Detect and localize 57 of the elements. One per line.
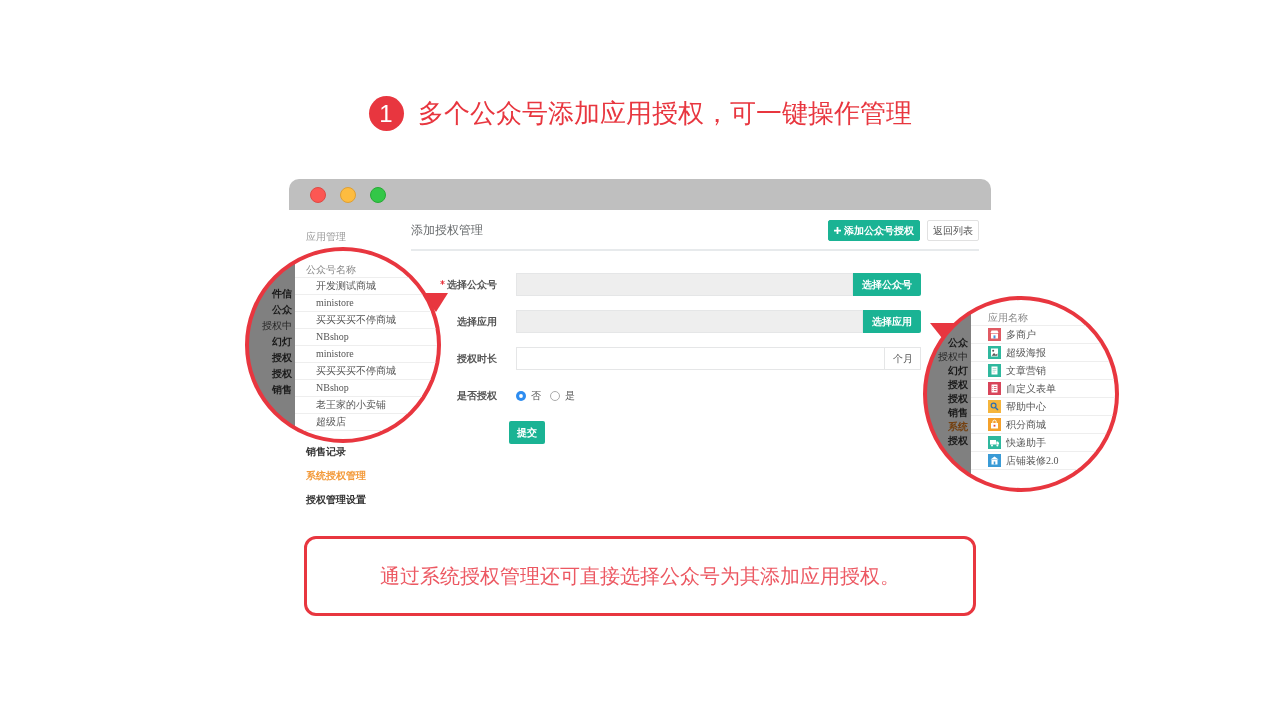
dimmed-menu-item[interactable]: 授权 <box>948 379 968 391</box>
field-label: 授权时长 <box>457 352 497 365</box>
dimmed-menu-item[interactable]: 公众 <box>272 304 292 316</box>
app-name[interactable]: 文章营销 <box>1006 364 1046 377</box>
page-title: 添加授权管理 <box>411 222 483 239</box>
field-label: 选择公众号 <box>447 278 497 291</box>
close-window-icon[interactable] <box>310 186 326 203</box>
account-name[interactable]: 超级店 <box>316 416 346 428</box>
account-name[interactable]: 开发测试商城 <box>316 280 376 292</box>
dimmed-menu-heading: 授权中 <box>938 351 968 363</box>
sidebar-item[interactable]: 销售记录 <box>306 445 346 459</box>
input-field[interactable] <box>516 310 863 333</box>
account-name[interactable]: NBshop <box>316 382 349 394</box>
dimmed-menu-item[interactable]: 幻灯 <box>948 365 968 377</box>
account-name[interactable]: 老王家的小卖铺 <box>316 399 386 411</box>
dimmed-menu-item[interactable]: 销售 <box>272 384 292 396</box>
app-name[interactable]: 多商户 <box>1006 328 1036 341</box>
dimmed-menu-item[interactable]: 销售 <box>948 407 968 419</box>
field-label: 是否授权 <box>457 389 497 402</box>
radio-icon[interactable] <box>550 390 560 401</box>
dimmed-menu-item[interactable]: 授权 <box>272 368 292 380</box>
app-name[interactable]: 快递助手 <box>1006 436 1046 449</box>
sidebar-item[interactable]: 授权管理设置 <box>306 493 366 507</box>
radio-option[interactable]: 否 <box>516 389 541 402</box>
dimmed-menu-item[interactable]: 授权 <box>948 393 968 405</box>
column-header: 应用名称 <box>988 311 1028 324</box>
section-title: 多个公众号添加应用授权，可一键操作管理 <box>417 97 912 130</box>
minimize-window-icon[interactable] <box>340 186 356 203</box>
account-name[interactable]: 买买买买不停商城 <box>316 314 396 326</box>
account-name[interactable]: NBshop <box>316 331 349 343</box>
dimmed-menu-item[interactable]: 授权 <box>272 352 292 364</box>
app-name[interactable]: 店铺装修2.0 <box>1006 454 1059 467</box>
column-header: 公众号名称 <box>306 263 356 276</box>
dimmed-menu-item[interactable]: 幻灯 <box>272 336 292 348</box>
input-field[interactable] <box>516 347 885 370</box>
app-name[interactable]: 积分商城 <box>1006 418 1046 431</box>
caption-text: 通过系统授权管理还可直接选择公众号为其添加应用授权。 <box>380 563 900 589</box>
step-number: 1 <box>368 96 404 131</box>
back-button[interactable]: 返回列表 <box>927 220 979 241</box>
app-name[interactable]: 超级海报 <box>1006 346 1046 359</box>
plus-icon <box>834 227 841 234</box>
dimmed-menu-item[interactable]: 件信 <box>272 288 292 300</box>
app-name[interactable]: 帮助中心 <box>1006 400 1046 413</box>
account-name[interactable]: 买买买买不停商城 <box>316 365 396 377</box>
app-name[interactable]: 自定义表单 <box>1006 382 1056 395</box>
field-label: 选择应用 <box>457 315 497 328</box>
account-name[interactable]: ministore <box>316 348 354 360</box>
maximize-window-icon[interactable] <box>370 186 386 203</box>
dimmed-menu-item[interactable]: 授权 <box>948 435 968 447</box>
account-name[interactable]: ministore <box>316 297 354 309</box>
unit-addon: 个月 <box>885 347 921 370</box>
input-field[interactable] <box>516 273 853 296</box>
radio-icon[interactable] <box>516 390 526 401</box>
dimmed-menu-heading: 授权中 <box>262 320 292 332</box>
radio-option[interactable]: 是 <box>550 389 575 402</box>
sidebar-section-label: 应用管理 <box>306 230 346 244</box>
dimmed-menu-item[interactable]: 公众 <box>948 337 968 349</box>
